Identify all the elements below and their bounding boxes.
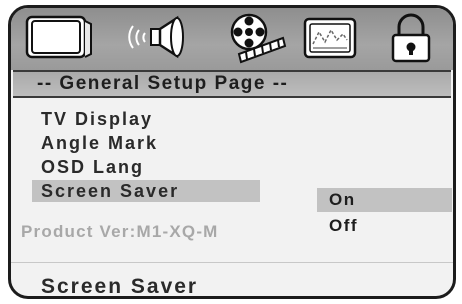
menu-item-screen-saver[interactable]: Screen Saver [32, 180, 260, 202]
preference-panel-icon[interactable] [299, 12, 361, 64]
menu-item-angle-mark[interactable]: Angle Mark [41, 132, 158, 154]
page-title: -- General Setup Page -- [13, 70, 451, 98]
tv-icon[interactable] [25, 12, 93, 64]
product-version: Product Ver:M1-XQ-M [21, 222, 219, 241]
divider [11, 262, 453, 263]
lock-icon[interactable] [385, 12, 437, 64]
category-icon-bar [11, 8, 453, 70]
speaker-icon[interactable] [127, 12, 191, 64]
option-off[interactable]: Off [317, 214, 452, 238]
dvd-setup-screen: -- General Setup Page -- TV Display Angl… [8, 5, 456, 299]
menu-item-osd-lang[interactable]: OSD Lang [41, 156, 144, 178]
option-on[interactable]: On [317, 188, 452, 212]
status-description: Screen Saver [41, 275, 199, 298]
film-reel-icon[interactable] [221, 12, 287, 64]
menu-item-tv-display[interactable]: TV Display [41, 108, 153, 130]
